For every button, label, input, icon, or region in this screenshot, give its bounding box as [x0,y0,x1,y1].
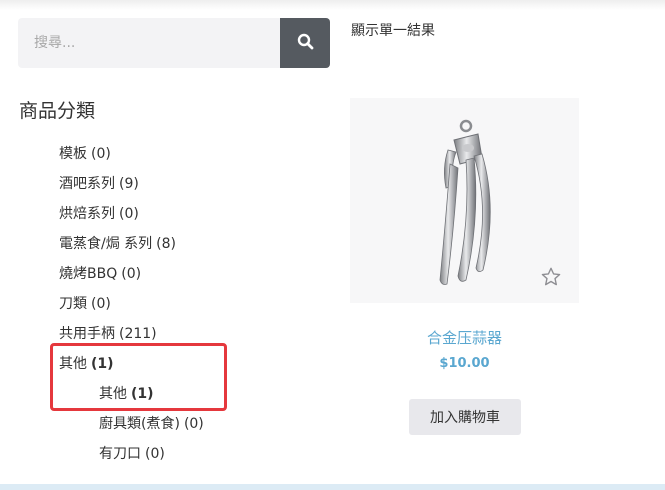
category-count: (0) [121,266,142,282]
bottom-bar [0,484,665,490]
category-name: 刀類 [59,296,87,312]
add-to-cart-button[interactable]: 加入購物車 [409,399,521,435]
highlight-box [50,343,227,411]
category-item-baking[interactable]: 烘焙系列 (0) [59,203,139,223]
product-price: $10.00 [439,356,490,371]
search-icon [297,33,314,54]
category-item-bladed[interactable]: 有刀口 (0) [99,443,165,463]
category-item-cookware[interactable]: 廚具類(煮食) (0) [99,413,204,433]
category-count: (0) [119,206,139,222]
category-name: 烘焙系列 [59,206,115,222]
category-count: (9) [119,176,139,192]
category-item-bbq[interactable]: 燒烤BBQ (0) [59,263,141,283]
top-shadow [0,0,665,10]
category-title: 商品分類 [19,100,96,122]
category-count: (0) [91,296,111,312]
category-count: (8) [156,236,177,252]
category-count: (0) [91,146,111,162]
category-count: (0) [145,446,165,462]
result-count: 顯示單一結果 [351,23,435,39]
category-name: 燒烤BBQ [59,266,118,282]
search-button[interactable] [280,18,330,68]
category-item-electric[interactable]: 電蒸食/焗 系列 (8) [59,233,176,253]
category-item-bar[interactable]: 酒吧系列 (9) [59,173,139,193]
category-name: 電蒸食/焗 系列 [59,236,153,252]
category-count: (211) [119,326,157,342]
category-count: (0) [183,416,204,432]
category-item-knives[interactable]: 刀類 (0) [59,293,111,313]
star-outline-icon[interactable] [540,266,562,288]
category-name: 共用手柄 [59,326,115,342]
category-item-handles[interactable]: 共用手柄 (211) [59,323,157,343]
category-name: 有刀口 [99,446,141,462]
category-name: 廚具類(煮食) [99,416,180,432]
product-name[interactable]: 合金压蒜器 [350,327,579,348]
category-item-template[interactable]: 模板 (0) [59,143,111,163]
category-name: 模板 [59,146,87,162]
product-image[interactable] [350,98,579,303]
category-name: 酒吧系列 [59,176,115,192]
search-input[interactable] [18,18,280,68]
